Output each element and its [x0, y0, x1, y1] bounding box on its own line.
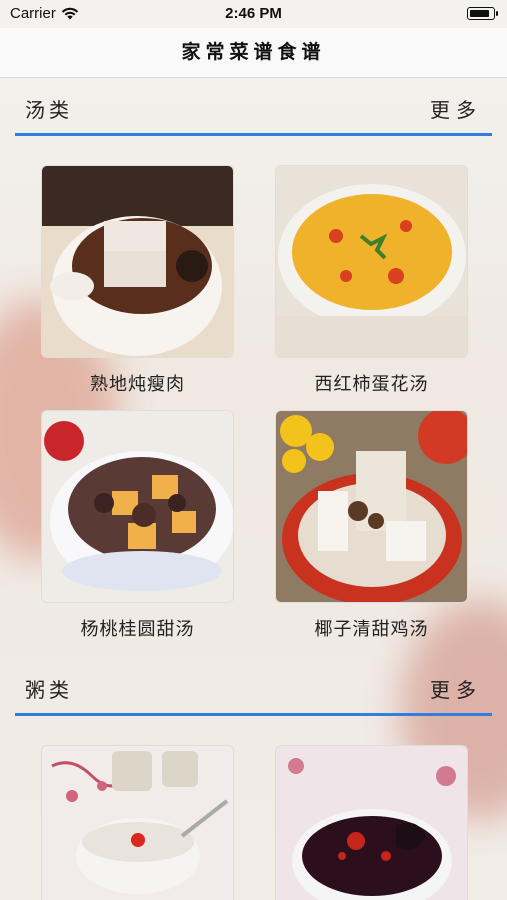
battery-level: [469, 9, 490, 17]
recipe-name: 熟地炖瘦肉: [90, 374, 185, 395]
recipe-photo[interactable]: [41, 165, 234, 358]
status-bar: Carrier 2:46 PM: [0, 0, 507, 28]
battery-icon: [467, 7, 498, 20]
recipe-name: 西红柿蛋花汤: [314, 374, 429, 395]
recipe-name: 杨桃桂圆甜汤: [80, 619, 195, 640]
recipe-name: 椰子清甜鸡汤: [314, 619, 429, 640]
recipe-card[interactable]: 杨桃桂圆甜汤: [41, 410, 234, 641]
recipe-card[interactable]: 椰子清甜鸡汤: [275, 410, 468, 641]
recipe-card[interactable]: [275, 745, 468, 900]
section-title: 汤类: [25, 98, 73, 122]
more-button[interactable]: 更多: [430, 674, 482, 703]
section-divider: [15, 713, 492, 716]
nav-bar: 家常菜谱食谱: [0, 28, 507, 78]
section-header-soup: 汤类 更多: [0, 78, 507, 138]
recipe-card[interactable]: 熟地炖瘦肉: [41, 165, 234, 396]
recipe-photo[interactable]: [275, 745, 468, 900]
recipe-photo[interactable]: [41, 410, 234, 603]
section-header-congee: 粥类 更多: [0, 658, 507, 718]
section-divider: [15, 133, 492, 136]
more-button[interactable]: 更多: [430, 94, 482, 123]
recipe-card[interactable]: [41, 745, 234, 900]
page-title: 家常菜谱食谱: [181, 41, 326, 63]
recipe-card[interactable]: 西红柿蛋花汤: [275, 165, 468, 396]
recipe-photo[interactable]: [275, 165, 468, 358]
recipe-photo[interactable]: [41, 745, 234, 900]
recipe-photo[interactable]: [275, 410, 468, 603]
status-time: 2:46 PM: [225, 5, 282, 22]
section-title: 粥类: [25, 678, 73, 702]
